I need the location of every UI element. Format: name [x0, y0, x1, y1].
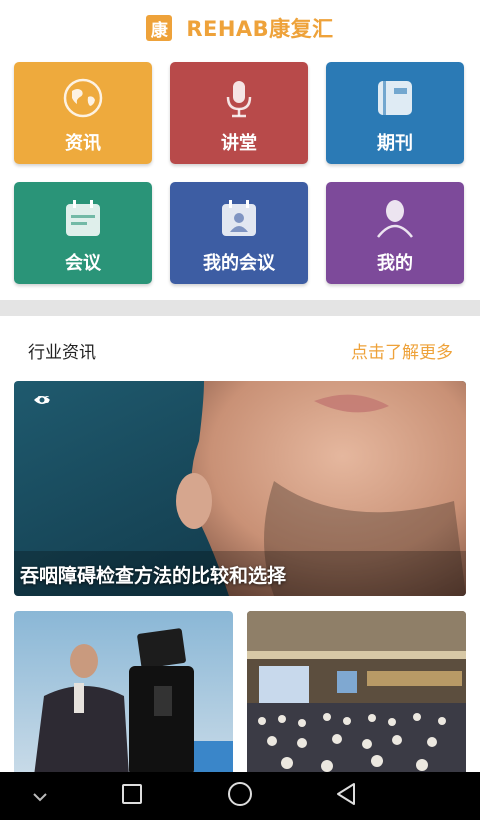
tile-label: 期刊 — [377, 133, 413, 154]
article-card-2[interactable] — [247, 611, 466, 776]
nav-home-button[interactable] — [210, 772, 270, 820]
featured-article-card[interactable]: 36 吞咽障碍检查方法的比较和选择 — [14, 381, 466, 596]
nav-recents-button[interactable] — [102, 772, 162, 820]
microphone-icon — [217, 76, 261, 120]
tile-my-meeting[interactable]: 我的会议 — [170, 182, 308, 284]
tile-meeting[interactable]: 会议 — [14, 182, 152, 284]
journal-icon — [373, 76, 417, 120]
person-icon — [373, 196, 417, 240]
app-header: 康 REHAB康复汇 — [0, 0, 480, 56]
nav-menu-button[interactable] — [10, 772, 70, 820]
calendar-icon — [61, 196, 105, 240]
tile-journal[interactable]: 期刊 — [326, 62, 464, 164]
tile-lecture[interactable]: 讲堂 — [170, 62, 308, 164]
article-card-1[interactable] — [14, 611, 233, 776]
more-link[interactable]: 点击了解更多 — [351, 338, 453, 363]
home-icon — [227, 781, 253, 811]
tile-label: 讲堂 — [221, 133, 257, 154]
article-image-1 — [14, 611, 233, 776]
chevron-down-icon — [32, 787, 48, 806]
tile-label: 我的会议 — [203, 253, 275, 274]
tile-mine[interactable]: 我的 — [326, 182, 464, 284]
tile-news[interactable]: 资讯 — [14, 62, 152, 164]
system-nav-bar — [0, 772, 480, 820]
nav-back-button[interactable] — [316, 772, 376, 820]
brand-title: REHAB康复汇 — [186, 17, 334, 41]
back-icon — [335, 782, 357, 810]
tile-label: 资讯 — [65, 133, 101, 154]
calendar-person-icon — [217, 196, 261, 240]
view-count: 36 — [33, 395, 50, 406]
tile-label: 会议 — [65, 253, 101, 274]
section-title: 行业资讯 — [28, 343, 96, 363]
logo: 康 — [146, 15, 173, 41]
tile-label: 我的 — [377, 253, 413, 274]
article-image-2 — [247, 611, 466, 776]
recents-icon — [121, 783, 143, 809]
featured-title: 吞咽障碍检查方法的比较和选择 — [20, 565, 287, 587]
section-divider — [0, 300, 480, 316]
globe-icon — [61, 76, 105, 120]
